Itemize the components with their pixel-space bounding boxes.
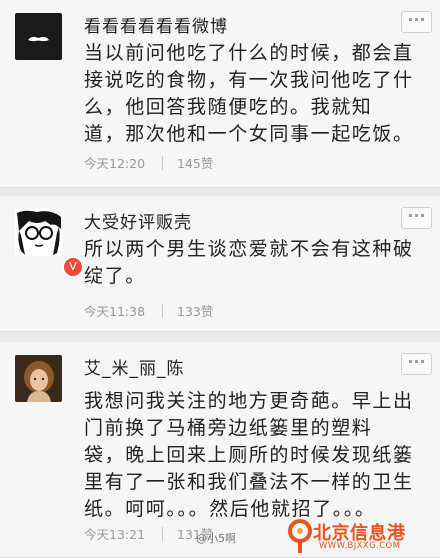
comment-line: 我想问我关注的地方更奇葩。早上出 xyxy=(84,390,414,412)
username[interactable]: 看看看看看看微博 xyxy=(84,12,228,37)
meta-divider xyxy=(162,526,164,541)
comment-card: V 大受好评贩壳 ··· 所以两个男生谈恋爱就不会有这种破 绽了。 今天11:3… xyxy=(0,196,440,332)
meta-divider xyxy=(162,155,164,170)
comment-text: 当以前问他吃了什么的时候，都会直 接说吃的食物，有一次我问他吃了什 么，他回答我… xyxy=(84,40,430,148)
timestamp: 今天12:20 xyxy=(84,156,146,171)
comment-line: 道，那次他和一个女同事一起吃饭。 xyxy=(84,123,414,145)
comment-line: 接说吃的食物，有一次我问他吃了什 xyxy=(84,69,414,91)
more-label: ··· xyxy=(407,10,426,29)
timestamp: 今天13:21 xyxy=(84,527,146,542)
anime-glasses-avatar-icon[interactable]: V xyxy=(15,209,84,278)
comment-line: 所以两个男生谈恋爱就不会有这种破 xyxy=(84,238,414,260)
comment-line: 么，他回答我随便吃的。我就知 xyxy=(84,96,373,118)
comment-card: 看看看看看看微博 ··· 当以前问他吃了什么的时候，都会直 接说吃的食物，有一次… xyxy=(0,0,440,188)
comment-line: 门前换了马桶旁边纸篓里的塑料 xyxy=(84,417,373,439)
comment-line: 袋，晚上回来上厕所的时候发现纸篓 xyxy=(84,444,414,466)
comment-line: 绽了。 xyxy=(84,265,146,287)
comment-meta: 今天12:20 145赞 xyxy=(84,153,213,172)
comment-line: 里有了一张和我们叠法不一样的卫生 xyxy=(84,471,414,493)
username[interactable]: 大受好评贩壳 xyxy=(84,208,192,233)
site-watermark-url: WWW.BJXXG.COM xyxy=(319,541,401,551)
more-label: ··· xyxy=(407,352,426,371)
like-count[interactable]: 145赞 xyxy=(177,153,213,172)
site-logo-icon xyxy=(288,519,312,553)
more-button[interactable]: ··· xyxy=(401,353,432,375)
more-button[interactable]: ··· xyxy=(401,11,432,33)
verified-badge-icon: V xyxy=(62,256,84,278)
more-label: ··· xyxy=(407,206,426,225)
username[interactable]: 艾_米_丽_陈 xyxy=(84,354,185,379)
portrait-avatar-icon[interactable] xyxy=(15,355,62,402)
comment-text: 所以两个男生谈恋爱就不会有这种破 绽了。 xyxy=(84,236,430,290)
like-count[interactable]: 133赞 xyxy=(177,301,213,320)
weibo-watermark: @小5啊 xyxy=(196,532,236,545)
meta-divider xyxy=(162,303,164,318)
comment-line: 当以前问他吃了什么的时候，都会直 xyxy=(84,42,414,64)
verified-badge-label: V xyxy=(64,258,82,276)
timestamp: 今天11:38 xyxy=(84,304,146,319)
site-watermark: 北京信息港 WWW.BJXXG.COM xyxy=(285,515,440,558)
comment-feed: 看看看看看看微博 ··· 当以前问他吃了什么的时候，都会直 接说吃的食物，有一次… xyxy=(0,0,440,558)
mustache-avatar-icon[interactable] xyxy=(15,13,62,60)
more-button[interactable]: ··· xyxy=(401,207,432,229)
comment-meta: 今天11:38 133赞 xyxy=(84,301,213,320)
comment-meta: 今天13:21 131赞 xyxy=(84,524,213,543)
comment-text: 我想问我关注的地方更奇葩。早上出 门前换了马桶旁边纸篓里的塑料 袋，晚上回来上厕… xyxy=(84,388,430,523)
